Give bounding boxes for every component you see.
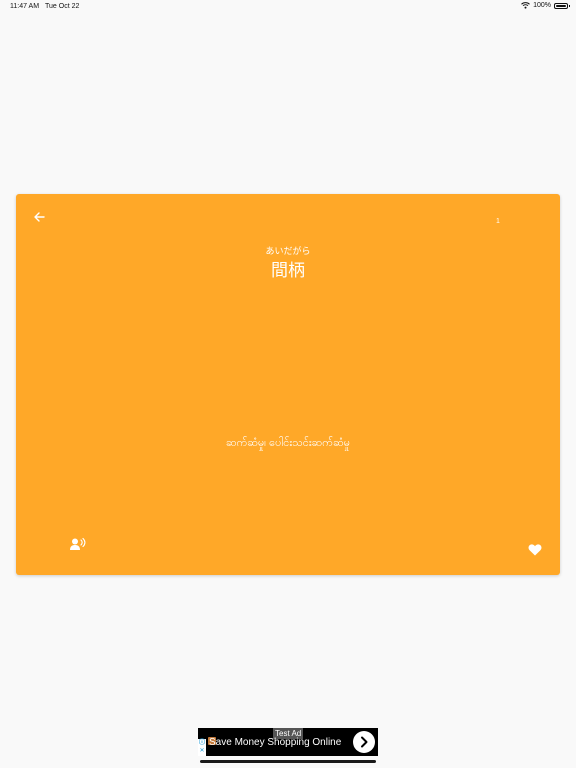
term-meaning: ဆက်ဆံမှု၊ ပေါင်းသင်းဆက်ဆံမှု [225,437,350,449]
status-bar: 11:47 AM Tue Oct 22 100% [0,0,576,14]
favorite-button[interactable] [528,543,544,557]
home-indicator[interactable] [200,760,376,763]
ad-choices[interactable]: ⓘ ✕ [198,739,206,756]
ad-banner[interactable]: Test Ad Save Money Shopping Online ⓘ ✕ [198,728,378,756]
ad-close-icon[interactable]: ✕ [199,748,204,755]
flashcard[interactable]: 1 あいだがら 間柄 ဆက်ဆံမှု၊ ပေါင်းသင်းဆက်ဆံမှု [16,194,560,575]
speaker-person-icon [70,537,86,550]
ad-headline[interactable]: Save Money Shopping Online [209,737,341,748]
wifi-icon [521,2,530,9]
status-time: 11:47 AM [10,3,40,10]
card-index: 1 [496,218,500,225]
heart-icon [528,544,542,556]
chevron-right-icon [361,736,368,748]
term-kanji: 間柄 [271,261,305,280]
ad-info-icon[interactable]: ⓘ [199,740,205,747]
pronounce-button[interactable] [70,537,86,551]
back-button[interactable] [30,208,48,226]
battery-icon [554,2,570,9]
arrow-left-icon [33,212,45,222]
ad-cta-button[interactable] [353,731,375,753]
status-date: Tue Oct 22 [45,3,80,10]
battery-percentage: 100% [533,2,551,9]
status-right: 100% [521,2,570,9]
